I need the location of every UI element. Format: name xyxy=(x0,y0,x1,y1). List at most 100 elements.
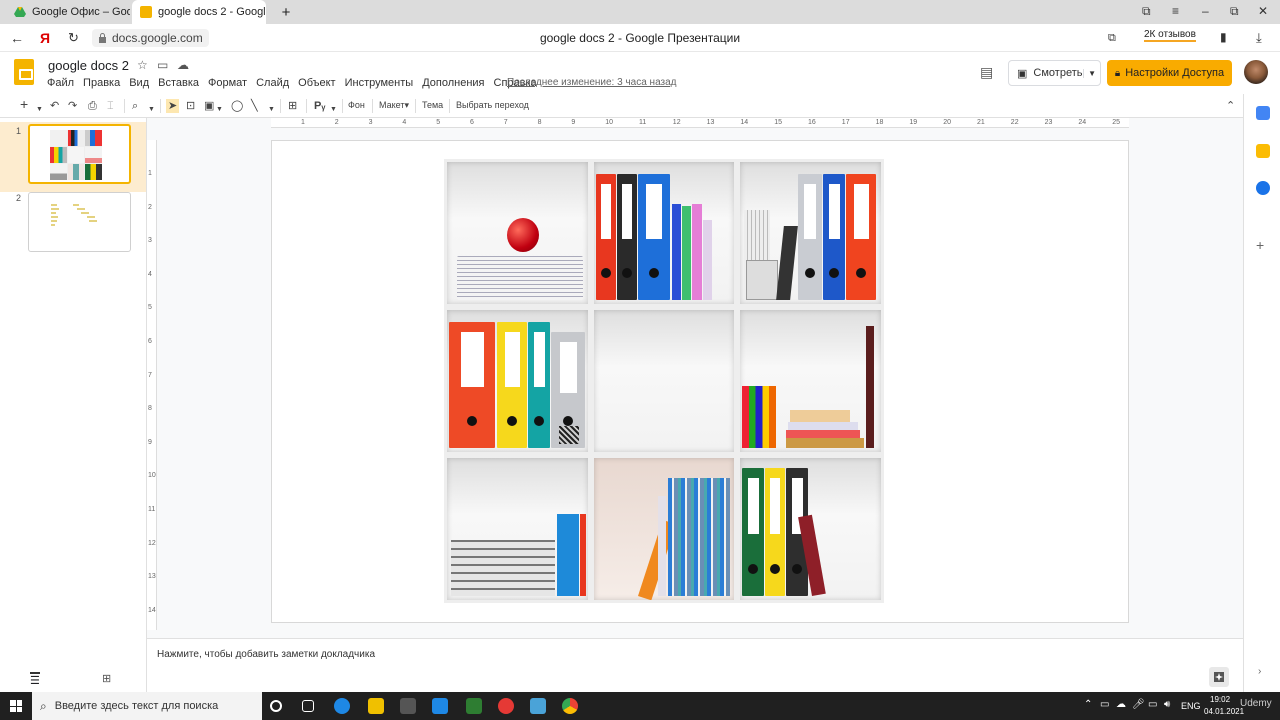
taskbar-search-box[interactable]: ⌕ Введите здесь текст для поиска xyxy=(32,692,262,720)
browser-tab-google-docs-2[interactable]: google docs 2 - Google ✕ xyxy=(132,0,266,24)
language-indicator[interactable]: ENG xyxy=(1181,701,1201,711)
minimize-icon[interactable]: – xyxy=(1202,4,1209,18)
tray-chevron-icon[interactable]: ⌃ xyxy=(1084,699,1092,710)
present-button[interactable]: ▣ Смотреть ▼ xyxy=(1008,60,1101,86)
chevron-down-icon[interactable]: ▼ xyxy=(330,103,337,117)
add-addon-icon[interactable]: + xyxy=(1256,237,1264,253)
reviews-badge[interactable]: 2К отзывов xyxy=(1144,29,1196,42)
clock-date[interactable]: 04.01.2021 xyxy=(1204,707,1244,716)
app-icon[interactable] xyxy=(530,698,546,714)
file-explorer-icon[interactable] xyxy=(368,698,384,714)
separator xyxy=(342,99,343,113)
chrome-icon[interactable] xyxy=(562,698,578,714)
network-icon[interactable]: ▭ xyxy=(1100,699,1109,710)
comments-icon[interactable]: ▤ xyxy=(980,64,993,81)
star-icon[interactable]: ☆ xyxy=(137,58,148,72)
slide-thumbnail-1[interactable] xyxy=(28,124,131,184)
transition-button[interactable]: Выбрать переход xyxy=(456,100,529,110)
ruler-tick-label: 3 xyxy=(148,237,152,245)
bookshelf-image[interactable] xyxy=(444,159,884,603)
restore-icon[interactable]: ⧉ xyxy=(1230,4,1239,19)
menu-item-view[interactable]: Вид xyxy=(129,77,149,89)
share-button[interactable]: 🔒︎ Настройки Доступа xyxy=(1107,60,1232,86)
binder xyxy=(528,322,550,448)
ruler-tick-label: 14 xyxy=(740,119,749,126)
avatar[interactable] xyxy=(1244,60,1268,84)
collapse-icon[interactable]: ⌃ xyxy=(1226,99,1235,113)
new-tab-button[interactable]: + xyxy=(276,0,296,24)
task-view-icon[interactable] xyxy=(302,700,314,712)
menu-item-addons[interactable]: Дополнения xyxy=(422,77,484,89)
browser-tab-google-office[interactable]: Google Офис – Google Ди xyxy=(6,0,130,24)
slides-logo-icon[interactable] xyxy=(14,59,34,85)
layout-button[interactable]: Макет▾ xyxy=(379,100,409,111)
menu-item-edit[interactable]: Правка xyxy=(83,77,120,89)
menu-item-file[interactable]: Файл xyxy=(47,77,74,89)
menu-item-slide[interactable]: Слайд xyxy=(256,77,289,89)
last-edit-link[interactable]: Последнее изменение: 3 часа назад xyxy=(507,77,677,88)
download-icon[interactable]: ⤓ xyxy=(1256,30,1262,46)
background-button[interactable]: Фон xyxy=(348,100,365,110)
text-box-icon[interactable]: ⊡ xyxy=(186,99,195,113)
image-icon[interactable]: ▣ xyxy=(204,99,214,113)
menu-item-format[interactable]: Формат xyxy=(208,77,247,89)
side-panel: + › xyxy=(1243,94,1280,692)
browser-tab-strip: Google Офис – Google Ди google docs 2 - … xyxy=(0,0,1280,24)
shelf-cell xyxy=(447,458,588,600)
chevron-right-icon[interactable]: › xyxy=(1258,666,1261,677)
windows-start-icon[interactable] xyxy=(10,700,22,712)
bookmark-icon[interactable]: ▮ xyxy=(1220,30,1227,44)
speaker-notes[interactable]: Нажмите, чтобы добавить заметки докладчи… xyxy=(147,638,1243,692)
keep-icon[interactable] xyxy=(1256,144,1270,158)
theme-button[interactable]: Тема xyxy=(422,100,443,110)
microphone-icon[interactable]: 🎤︎ xyxy=(1132,699,1145,710)
volume-icon[interactable]: 🔊︎ xyxy=(1164,699,1170,710)
filmstrip-view-icon[interactable]: ☰ xyxy=(30,672,40,687)
bookmark-icon[interactable]: ⧉ xyxy=(1142,4,1151,19)
yandex-browser-icon[interactable] xyxy=(498,698,514,714)
tasks-icon[interactable] xyxy=(1256,181,1270,195)
menu-item-tools[interactable]: Инструменты xyxy=(345,77,414,89)
calendar-icon[interactable] xyxy=(1256,106,1270,120)
menu-item-object[interactable]: Объект xyxy=(298,77,335,89)
input-tools-icon[interactable]: Pᵧ xyxy=(314,99,325,113)
undo-icon[interactable]: ↶ xyxy=(50,99,59,113)
cloud-icon[interactable]: ☁ xyxy=(1116,699,1126,710)
slide-filmstrip: 1 2 xyxy=(0,118,147,692)
separator xyxy=(280,99,281,113)
chevron-down-icon[interactable]: ▼ xyxy=(268,103,275,117)
chevron-down-icon[interactable]: ▼ xyxy=(216,103,223,117)
ruler-tick-label: 13 xyxy=(148,573,156,581)
battery-icon[interactable]: ▭ xyxy=(1148,699,1157,710)
cortana-icon[interactable] xyxy=(270,700,282,712)
zoom-icon[interactable]: ⌕ xyxy=(132,99,138,113)
edge-icon[interactable] xyxy=(334,698,350,714)
paint-format-icon[interactable]: ⌶ xyxy=(107,99,114,113)
clock-time[interactable]: 19:02 xyxy=(1210,695,1230,704)
line-icon[interactable]: ╲ xyxy=(251,99,258,113)
chevron-down-icon[interactable]: ▼ xyxy=(1083,68,1096,78)
print-icon[interactable]: ⎙ xyxy=(88,99,97,113)
redo-icon[interactable]: ↷ xyxy=(68,99,77,113)
mail-icon[interactable] xyxy=(432,698,448,714)
slide-canvas[interactable] xyxy=(271,140,1129,623)
folder-icon[interactable]: ▭ xyxy=(157,58,168,72)
chevron-down-icon[interactable]: ▼ xyxy=(36,103,43,117)
grid-view-icon[interactable]: ⊞ xyxy=(102,672,111,685)
tabs-icon[interactable]: ⧉ xyxy=(1108,32,1116,45)
close-window-icon[interactable]: ✕ xyxy=(1258,4,1268,18)
explore-button[interactable] xyxy=(1209,667,1229,687)
menu-icon[interactable]: ≡ xyxy=(1172,4,1179,18)
slide-thumbnail-2[interactable] xyxy=(28,192,131,252)
comment-add-icon[interactable]: ⊞ xyxy=(288,99,297,113)
new-slide-icon[interactable]: + xyxy=(20,97,28,111)
menu-item-insert[interactable]: Вставка xyxy=(158,77,199,89)
shape-icon[interactable]: ◯ xyxy=(231,99,243,113)
cloud-icon[interactable]: ☁ xyxy=(177,58,189,72)
app-icon[interactable] xyxy=(466,698,482,714)
store-icon[interactable] xyxy=(400,698,416,714)
document-title[interactable]: google docs 2 xyxy=(48,58,129,73)
ruler-tick-label: 2 xyxy=(334,119,339,126)
select-cursor-icon[interactable]: ➤ xyxy=(166,99,180,113)
chevron-down-icon[interactable]: ▼ xyxy=(148,103,155,117)
